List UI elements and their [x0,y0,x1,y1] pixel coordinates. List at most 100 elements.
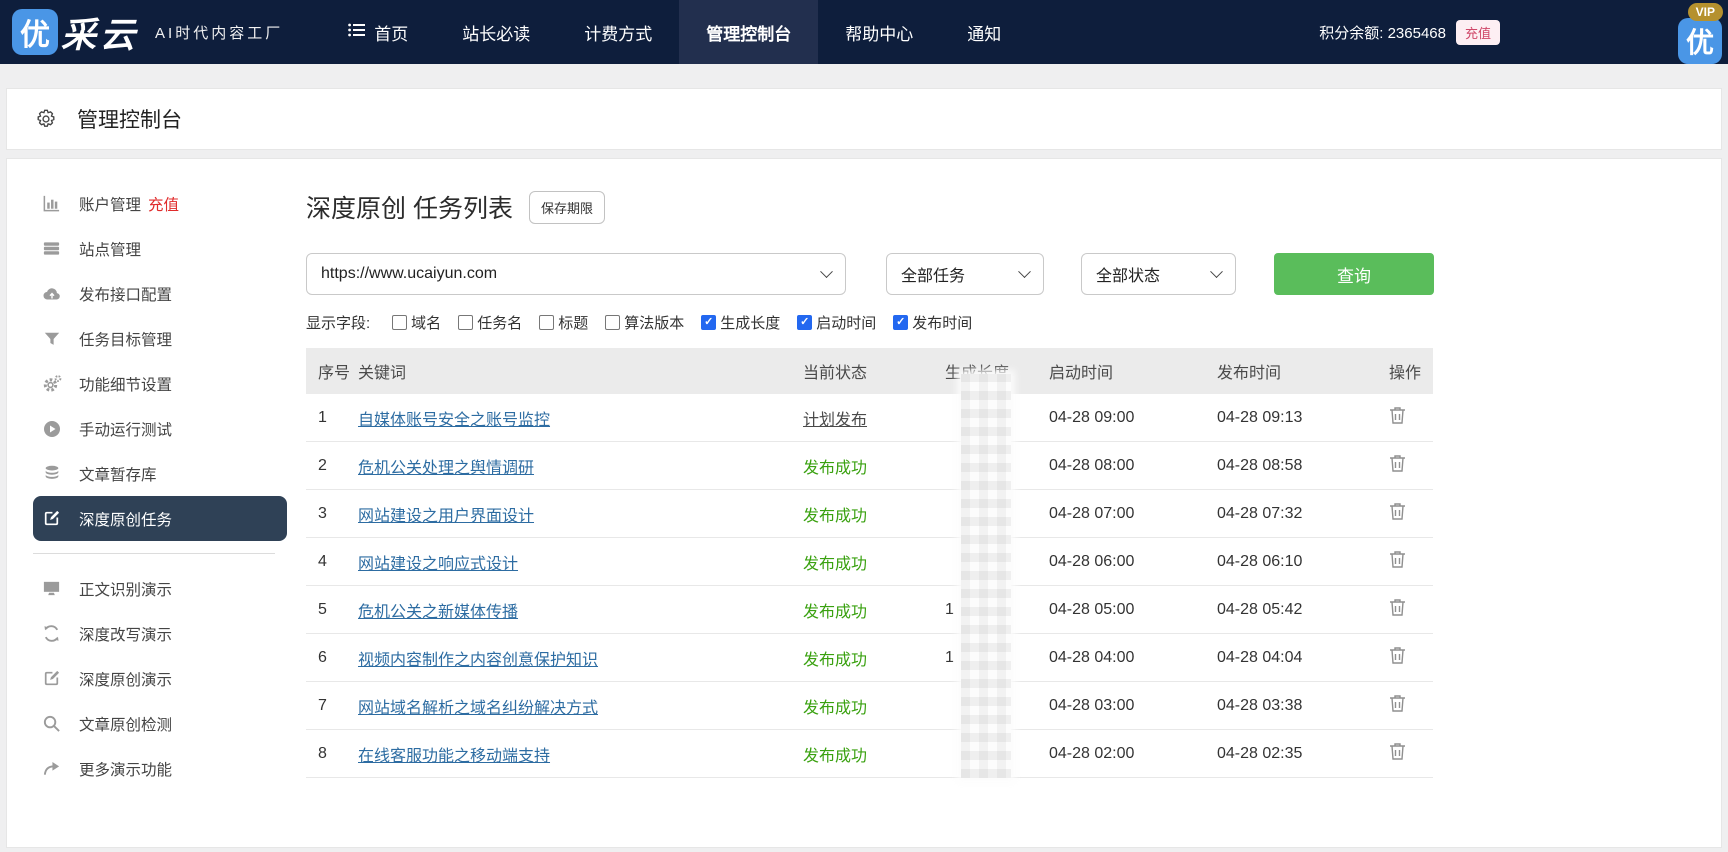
keyword-link[interactable]: 网站建设之响应式设计 [358,556,518,573]
nav-item-label: 站长必读 [462,24,531,44]
field-checkbox-start-time[interactable]: 启动时间 [797,312,876,333]
save-period-button[interactable]: 保存期限 [528,190,605,224]
checkbox-checked[interactable] [893,315,909,330]
sidebar-item-manual-test[interactable]: 手动运行测试 [7,406,299,451]
delete-button[interactable] [1389,550,1406,569]
field-checkbox-domain[interactable]: 域名 [392,312,441,333]
checkbox-unchecked[interactable] [458,315,474,330]
gears-icon [41,374,62,394]
nav-item-help-center[interactable]: 帮助中心 [818,0,940,64]
table-row: 3 网站建设之用户界面设计 发布成功 04-28 07:00 04-28 07:… [306,490,1433,538]
keyword-link[interactable]: 网站域名解析之域名纠纷解决方式 [358,700,598,717]
sidebar-item-label: 功能细节设置 [79,376,173,394]
publish-time: 04-28 02:35 [1217,744,1303,762]
sidebar-item-task-targets[interactable]: 任务目标管理 [7,316,299,361]
query-button[interactable]: 查询 [1274,253,1434,295]
sidebar-item-sites[interactable]: 站点管理 [7,226,299,271]
delete-button[interactable] [1389,742,1406,761]
filter-icon [41,330,62,348]
table-row: 2 危机公关处理之舆情调研 发布成功 04-28 08:00 04-28 08:… [306,442,1433,490]
brand-logo[interactable]: 优 采云 AI时代内容工厂 [0,7,283,58]
section-title: 深度原创 任务列表 [306,195,513,223]
checkbox-checked[interactable] [701,315,717,330]
nav-right: 积分余额: 2365468 充值 [1319,19,1500,45]
status-text[interactable]: 计划发布 [803,412,867,429]
nav-item-admin-console[interactable]: 管理控制台 [679,0,819,64]
field-checkbox-gen-length[interactable]: 生成长度 [701,312,780,333]
row-index: 8 [318,744,327,762]
nav-item-pricing[interactable]: 计费方式 [557,0,679,64]
keyword-link[interactable]: 危机公关处理之舆情调研 [358,460,534,477]
delete-button[interactable] [1389,694,1406,713]
sidebar-item-label: 文章暂存库 [79,466,157,484]
sidebar-item-label: 深度原创任务 [79,511,173,529]
sidebar-item-feature-settings[interactable]: 功能细节设置 [7,361,299,406]
delete-button[interactable] [1389,454,1406,473]
task-select[interactable]: 全部任务 [886,253,1044,295]
server-icon [41,239,62,258]
sidebar-item-article-cache[interactable]: 文章暂存库 [7,451,299,496]
user-avatar[interactable]: VIP 优 [1673,3,1723,64]
sidebar-item-more-demos[interactable]: 更多演示功能 [7,746,299,791]
sidebar-recharge-link[interactable]: 充值 [148,197,179,214]
sidebar-item-label: 发布接口配置 [79,286,173,304]
site-select[interactable]: https://www.ucaiyun.com [306,253,846,295]
keyword-link[interactable]: 视频内容制作之内容创意保护知识 [358,652,598,669]
row-index: 4 [318,552,327,570]
bar-chart-icon [41,194,62,213]
delete-button[interactable] [1389,598,1406,617]
delete-button[interactable] [1389,646,1406,665]
title-row: 深度原创 任务列表 保存期限 [306,189,1721,225]
brand-tagline: AI时代内容工厂 [155,24,284,42]
fields-label: 显示字段: [306,315,371,332]
field-checkbox-publish-time[interactable]: 发布时间 [893,312,972,333]
publish-time: 04-28 04:04 [1217,648,1303,666]
main-card: 账户管理 充值 站点管理 发布接口配置 任务目标管理 功能细节设置 手动运行测试 … [6,158,1722,848]
keyword-link[interactable]: 网站建设之用户界面设计 [358,508,534,525]
sidebar: 账户管理 充值 站点管理 发布接口配置 任务目标管理 功能细节设置 手动运行测试 … [7,159,299,847]
sidebar-item-account[interactable]: 账户管理 充值 [7,181,299,226]
nav-item-notifications[interactable]: 通知 [940,0,1028,64]
sidebar-item-deep-original-tasks[interactable]: 深度原创任务 [33,496,287,541]
col-header-status: 当前状态 [803,365,868,382]
nav-item-home[interactable]: 首页 [321,0,435,64]
keyword-link[interactable]: 危机公关之新媒体传播 [358,604,518,621]
page-header: 管理控制台 [6,88,1722,150]
sidebar-item-publish-api[interactable]: 发布接口配置 [7,271,299,316]
field-checkbox-algorithm-version[interactable]: 算法版本 [605,312,684,333]
checkbox-checked[interactable] [797,315,813,330]
row-index: 7 [318,696,327,714]
sidebar-item-originality-check[interactable]: 文章原创检测 [7,701,299,746]
sidebar-item-content-recognition-demo[interactable]: 正文识别演示 [7,566,299,611]
top-nav: 优 采云 AI时代内容工厂 首页 站长必读 计费方式 管理控制台 帮助中心 通知… [0,0,1728,64]
checkbox-unchecked[interactable] [539,315,555,330]
keyword-link[interactable]: 在线客服功能之移动端支持 [358,748,550,765]
row-index: 1 [318,408,327,426]
col-header-keyword: 关键词 [358,365,407,382]
status-text: 发布成功 [803,459,868,477]
table-row: 4 网站建设之响应式设计 发布成功 04-28 06:00 04-28 06:1… [306,538,1433,586]
publish-time: 04-28 06:10 [1217,552,1303,570]
sidebar-item-deep-original-demo[interactable]: 深度原创演示 [7,656,299,701]
col-header-start-time: 启动时间 [1049,365,1114,382]
recharge-button[interactable]: 充值 [1455,19,1500,45]
redaction-blur [961,374,1011,778]
sidebar-item-label: 任务目标管理 [79,331,173,349]
sidebar-item-deep-rewrite-demo[interactable]: 深度改写演示 [7,611,299,656]
field-checkbox-title[interactable]: 标题 [539,312,588,333]
nav-item-label: 计费方式 [584,24,653,44]
display-fields-row: 显示字段: 域名 任务名 标题 算法版本 生成长度 启动时间 发布时间 [306,312,1721,333]
delete-button[interactable] [1389,502,1406,521]
checkbox-unchecked[interactable] [605,315,621,330]
keyword-link[interactable]: 自媒体账号安全之账号监控 [358,412,550,429]
field-checkbox-task-name[interactable]: 任务名 [458,312,522,333]
checkbox-unchecked[interactable] [392,315,408,330]
site-select-value: https://www.ucaiyun.com [321,265,498,282]
publish-time: 04-28 05:42 [1217,600,1303,618]
sidebar-item-label: 正文识别演示 [79,581,173,599]
start-time: 04-28 05:00 [1049,600,1135,618]
status-select[interactable]: 全部状态 [1081,253,1236,295]
delete-button[interactable] [1389,406,1406,425]
arrow-icon [41,759,62,778]
nav-item-webmaster-guide[interactable]: 站长必读 [435,0,557,64]
